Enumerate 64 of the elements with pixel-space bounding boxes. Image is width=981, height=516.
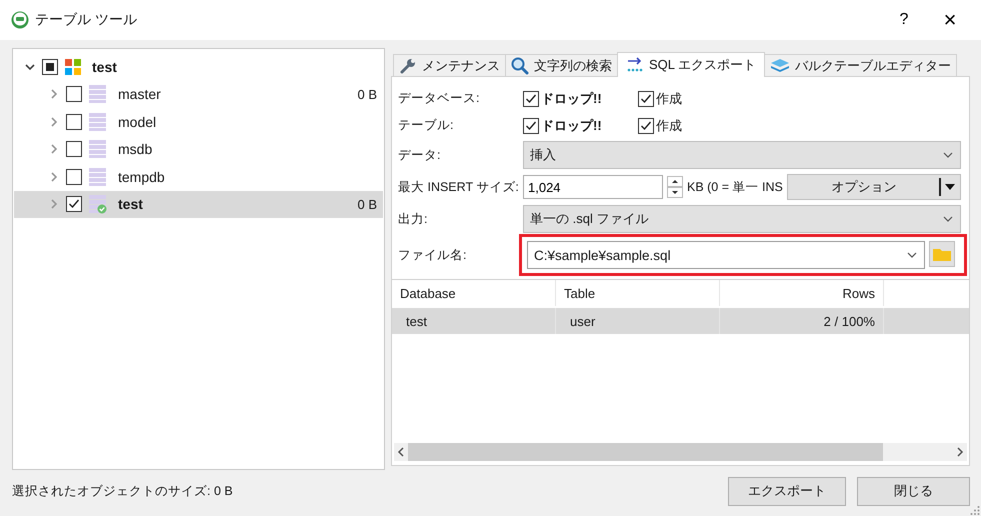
dropdown[interactable]: 挿入 <box>523 141 961 169</box>
tab[interactable]: SQL エクスポート <box>617 52 766 77</box>
windows-flag-icon <box>64 58 82 76</box>
database-icon <box>88 194 108 214</box>
column-header[interactable]: Rows <box>720 280 884 306</box>
checkbox[interactable]: ドロップ!! <box>523 116 638 134</box>
field-label: 出力: <box>398 210 428 228</box>
checkbox[interactable]: 作成 <box>638 116 753 134</box>
close-dialog-button[interactable]: 閉じる <box>857 476 970 506</box>
field-label: テーブル: <box>398 117 454 134</box>
database-icon <box>88 84 108 104</box>
tree-checkbox[interactable] <box>66 86 82 102</box>
checkbox[interactable]: ドロップ!! <box>523 90 638 108</box>
horizontal-scrollbar[interactable] <box>394 443 967 461</box>
number-field[interactable]: 1,024 <box>523 175 663 199</box>
database-icon <box>88 112 108 132</box>
size-label: 0 B <box>357 86 377 102</box>
app-logo-icon <box>11 11 29 29</box>
export-button[interactable]: エクスポート <box>728 476 846 506</box>
checkbox[interactable]: 作成 <box>638 90 753 108</box>
database-icon <box>88 139 108 160</box>
tab[interactable]: 文字列の検索 <box>505 54 618 76</box>
window-title: テーブル ツール <box>35 11 137 29</box>
wrench-icon <box>399 56 417 74</box>
tree-item-label[interactable]: master <box>118 86 161 102</box>
caret-down-icon <box>944 182 956 192</box>
tree-checkbox[interactable] <box>66 141 82 158</box>
status-text: 選択されたオブジェクトのサイズ: 0 B <box>12 482 233 500</box>
table-cell: test <box>392 308 556 334</box>
unit-label: KB (0 = 単一 INS <box>687 178 783 196</box>
tree-checkbox[interactable] <box>42 58 58 75</box>
column-header[interactable]: Database <box>392 280 556 306</box>
tree-checkbox[interactable] <box>66 114 82 130</box>
resize-grip-icon[interactable] <box>970 505 980 515</box>
field-label: データベース: <box>398 90 480 107</box>
search-icon <box>511 56 529 74</box>
layers-icon <box>770 56 790 74</box>
tree-checkbox[interactable] <box>66 196 82 212</box>
field-label: 最大 INSERT サイズ: <box>398 178 520 196</box>
tab[interactable]: メンテナンス <box>393 54 506 76</box>
spin-down-icon[interactable] <box>667 187 683 198</box>
options-button[interactable]: オプション <box>786 174 961 200</box>
tab[interactable]: バルクテーブルエディター <box>764 54 958 76</box>
dropdown[interactable]: 単一の .sql ファイル <box>523 205 961 233</box>
tree-item-label[interactable]: test <box>118 196 143 212</box>
tree-item-label[interactable]: test <box>92 58 117 75</box>
tree-checkbox[interactable] <box>66 168 82 185</box>
table-cell: user <box>556 308 720 334</box>
field-label: ファイル名: <box>398 246 468 264</box>
column-header[interactable]: Table <box>556 280 720 306</box>
tree-item-label[interactable]: tempdb <box>118 168 165 185</box>
tree-item-label[interactable]: model <box>118 114 156 130</box>
database-icon <box>88 166 108 187</box>
file-path-field[interactable]: C:¥sample¥sample.sql <box>527 241 925 269</box>
tree-item-label[interactable]: msdb <box>118 141 152 158</box>
close-button[interactable]: × <box>927 0 973 40</box>
table-row[interactable]: test user 2 / 100% <box>392 308 969 334</box>
help-button[interactable]: ? <box>881 0 927 40</box>
folder-icon <box>932 246 952 262</box>
size-label: 0 B <box>357 196 377 212</box>
spin-up-icon[interactable] <box>667 176 683 187</box>
arrows-icon <box>626 56 644 74</box>
table-cell: 2 / 100% <box>720 308 884 334</box>
field-label: データ: <box>398 146 442 164</box>
